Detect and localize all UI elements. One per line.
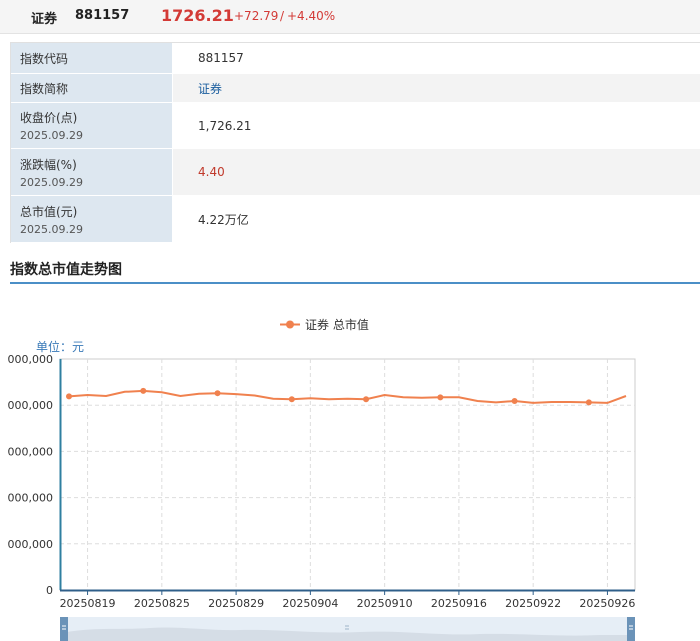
series-point[interactable]: [363, 396, 370, 403]
series-point[interactable]: [437, 394, 444, 401]
y-tick-label: 000,000: [8, 445, 54, 458]
info-date: 2025.09.29: [20, 175, 83, 189]
series-point[interactable]: [140, 387, 147, 394]
series-line: [68, 389, 627, 404]
info-row-code: 指数代码 881157: [11, 43, 700, 74]
x-tick-label: 20250819: [60, 597, 116, 610]
info-date: 2025.09.29: [20, 222, 83, 236]
index-info-table: 指数代码 881157 指数简称 证券 收盘价(点) 2025.09.29 1,…: [10, 42, 700, 243]
chart-svg: 证券 总市值 单位：元 0 000,000 000,000 000,000 000,00…: [8, 317, 636, 641]
info-label: 涨跌幅(%): [20, 157, 77, 172]
series-point[interactable]: [585, 399, 592, 406]
info-row-short-name: 指数简称 证券: [11, 74, 700, 103]
legend-marker-icon: [286, 320, 294, 329]
x-axis-ticks: 20250819 20250825 20250829 20250904 20250910…: [60, 590, 635, 610]
info-label: 收盘价(点): [20, 111, 78, 125]
index-name-link[interactable]: 证券: [198, 80, 222, 97]
series-markers: [66, 387, 592, 406]
info-value: 4.40: [198, 165, 225, 179]
x-tick-label: 20250922: [505, 597, 561, 610]
info-row-change-pct: 涨跌幅(%) 2025.09.29 4.40: [11, 149, 700, 196]
chart-legend[interactable]: 证券 总市值: [280, 317, 369, 332]
index-code: 881157: [75, 8, 130, 23]
x-tick-label: 20250910: [357, 597, 413, 610]
y-tick-label: 000,000: [8, 399, 54, 412]
y-tick-label: 000,000: [8, 492, 54, 505]
x-tick-label: 20250825: [134, 597, 190, 610]
y-axis-ticks: 0 000,000 000,000 000,000 000,000 000,000: [8, 353, 54, 597]
zoom-slider[interactable]: [60, 617, 635, 641]
info-label: 指数简称: [20, 81, 69, 96]
x-tick-label: 20250916: [431, 597, 487, 610]
y-tick-label: 000,000: [8, 353, 54, 366]
info-row-close: 收盘价(点) 2025.09.29 1,726.21: [11, 103, 700, 149]
series-point[interactable]: [288, 396, 295, 403]
plot-frame: [59, 358, 636, 591]
y-tick-label: 000,000: [8, 538, 54, 551]
x-tick-label: 20250926: [579, 597, 635, 610]
info-label: 总市值(元): [20, 204, 78, 219]
info-label: 指数代码: [20, 51, 69, 66]
unit-label: 单位：元: [36, 339, 84, 354]
legend-label: 证券 总市值: [305, 317, 369, 332]
info-value: 4.22万亿: [173, 196, 700, 242]
series-point[interactable]: [66, 393, 72, 400]
index-change-pct: +4.40%: [287, 9, 336, 23]
x-tick-label: 20250904: [282, 597, 338, 610]
info-row-market-cap: 总市值(元) 2025.09.29 4.22万亿: [11, 196, 700, 243]
section-divider: [10, 282, 700, 284]
info-value: 881157: [173, 43, 700, 73]
index-price: 1726.21: [161, 6, 234, 25]
series-point[interactable]: [511, 398, 518, 405]
market-cap-chart: 证券 总市值 单位：元 0 000,000 000,000 000,000 000,00…: [0, 300, 700, 641]
index-change: +72.79: [234, 9, 279, 23]
info-date: 2025.09.29: [20, 129, 83, 142]
section-title: 指数总市值走势图: [10, 262, 122, 278]
y-tick-label: 0: [46, 584, 53, 597]
x-tick-label: 20250829: [208, 597, 264, 610]
change-separator: /: [280, 9, 285, 23]
index-name: 证券: [31, 12, 58, 27]
info-value: 1,726.21: [173, 103, 700, 148]
grid-lines: [60, 359, 635, 590]
series-point[interactable]: [214, 390, 221, 397]
index-header: 证券 881157 1726.21 +72.79 / +4.40%: [0, 0, 700, 34]
